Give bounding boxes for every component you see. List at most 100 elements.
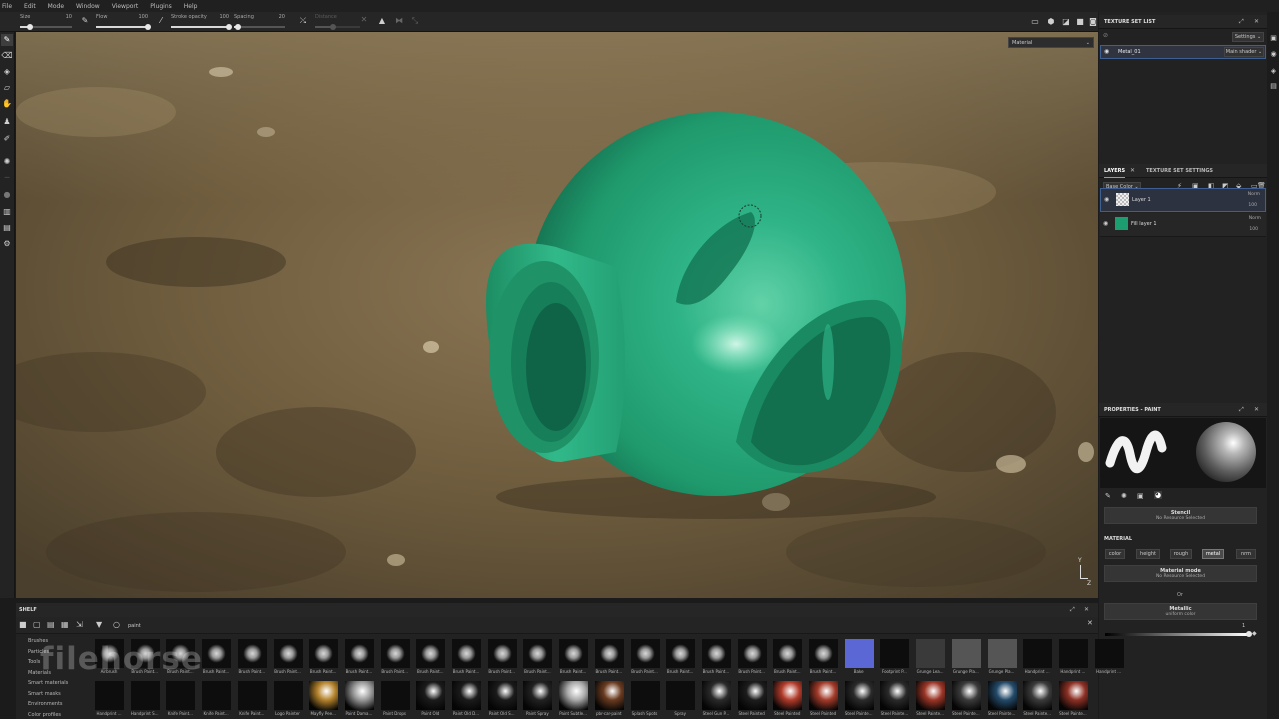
shelf-item[interactable]: Splash Spots [630, 681, 660, 716]
chip-height[interactable]: height [1136, 549, 1160, 559]
metallic-slot[interactable]: Metallic uniform color [1104, 603, 1257, 620]
menu-help[interactable]: Help [184, 3, 198, 10]
texture-set-settings-button[interactable]: Settings ⌄ [1232, 32, 1264, 42]
shelf-item[interactable]: Paint Old S... [487, 681, 517, 716]
chip-color[interactable]: color [1105, 549, 1125, 559]
symmetry-icon[interactable]: ▲ [376, 15, 388, 27]
shelf-item[interactable]: Brush Paint... [630, 639, 660, 674]
histogram-icon[interactable]: ▥ [1, 206, 13, 218]
brush-tab-icon[interactable]: ✎ [1105, 492, 1111, 500]
flow-slider-handle[interactable] [145, 24, 151, 30]
view-3d-icon[interactable]: ⬢ [1045, 16, 1057, 28]
color-picker-icon[interactable]: ✐ [1, 133, 13, 145]
shelf-item[interactable]: Paint Subtle... [558, 681, 589, 716]
projection-icon[interactable]: ◈ [1, 66, 13, 78]
eye-icon[interactable]: ◉ [1104, 48, 1109, 55]
screenshot-icon[interactable]: ◙ [1087, 16, 1099, 28]
shelf-item[interactable]: Brush Paint... [701, 639, 731, 674]
folder-icon[interactable]: ■ [19, 620, 27, 629]
material-mode-slot[interactable]: Material mode No Resource Selected [1104, 565, 1257, 582]
viewport-3d[interactable]: Material ⌄ Y Z [16, 32, 1098, 598]
spacing-slider[interactable]: Spacing 20 [234, 13, 285, 31]
size-slider[interactable]: Size 10 [20, 13, 72, 31]
chip-rough[interactable]: rough [1170, 549, 1192, 559]
shader-dropdown[interactable]: Main shader ⌄ [1224, 47, 1264, 57]
mirror-icon[interactable]: ⧓ [393, 15, 405, 27]
tab-texture-set-settings[interactable]: TEXTURE SET SETTINGS [1146, 164, 1213, 178]
shelf-item[interactable]: Bake [844, 639, 874, 674]
shader-dock-icon[interactable]: ◈ [1269, 67, 1278, 76]
shelf-item[interactable]: Steel Painte... [1058, 681, 1088, 716]
flow-pressure-icon[interactable]: ⁄ [155, 15, 167, 27]
shelf-item[interactable]: Steel Painte... [951, 681, 981, 716]
shelf-item[interactable]: Paint Old [415, 681, 446, 716]
shelf-item[interactable]: Handprint ... [94, 681, 124, 716]
grid-view-icon[interactable]: ▦ [61, 620, 69, 629]
texture-set-row[interactable]: ◉ Metal_01 Main shader ⌄ [1100, 45, 1266, 59]
close-panel-icon[interactable]: ✕ [1254, 15, 1259, 29]
shelf-item[interactable]: Steel Gun P... [701, 681, 731, 716]
display-dock-icon[interactable]: ◉ [1269, 50, 1278, 59]
menu-plugins[interactable]: Plugins [150, 3, 172, 10]
shelf-item[interactable]: Brush Paint... [380, 639, 410, 674]
stroke-opacity-value[interactable]: 100 [219, 14, 229, 20]
maximize-icon[interactable]: ⤢ [1239, 403, 1244, 417]
flow-value[interactable]: 100 [138, 14, 148, 20]
shelf-item[interactable]: Grunge Lea... [915, 639, 946, 674]
shelf-item[interactable]: Grunge Pla... [987, 639, 1017, 674]
import-icon[interactable]: ▤ [47, 620, 55, 629]
shelf-item[interactable]: Paint Drops [380, 681, 410, 716]
shelf-category-item[interactable]: Environments [28, 701, 63, 707]
close-panel-icon[interactable]: ✕ [1254, 403, 1259, 417]
shelf-item[interactable]: Brush Paint... [522, 639, 553, 674]
stencil-tab-icon[interactable]: ▣ [1137, 492, 1144, 500]
material-tab-icon[interactable]: ◕ [1154, 491, 1163, 499]
shelf-item[interactable]: Brush Paint... [772, 639, 803, 674]
layer-opacity[interactable]: 100 [1248, 203, 1257, 208]
stroke-opacity-slider-handle[interactable] [226, 24, 232, 30]
shelf-item[interactable]: Brush Paint... [273, 639, 303, 674]
viewport-mode-dropdown[interactable]: Material ⌄ [1008, 37, 1094, 48]
shelf-item[interactable]: Paint Old D... [451, 681, 481, 716]
shelf-item[interactable]: Brush Paint... [737, 639, 767, 674]
shelf-item[interactable]: pbr-car-paint [594, 681, 624, 716]
link-icon[interactable]: ⊘ [1103, 32, 1108, 39]
shelf-category-item[interactable]: Smart materials [28, 680, 68, 686]
shelf-item[interactable]: Steel Painte... [915, 681, 946, 716]
shelf-item[interactable]: Knife Paint... [201, 681, 232, 716]
shelf-category-item[interactable]: Color profiles [28, 712, 61, 718]
spacing-slider-handle[interactable] [235, 24, 242, 30]
layer-blend-mode[interactable]: Norm [1248, 192, 1260, 197]
shelf-item[interactable]: Brush Paint... [594, 639, 624, 674]
layer-item[interactable]: ◉ Fill layer 1 Norm 100 [1100, 213, 1266, 237]
shelf-item[interactable]: Steel Painted [808, 681, 838, 716]
shelf-item[interactable]: Brush Paint... [558, 639, 589, 674]
shelf-item[interactable]: Knife Paint... [237, 681, 267, 716]
transform-icon[interactable]: ⤡ [409, 15, 421, 27]
chip-nrm[interactable]: nrm [1236, 549, 1256, 559]
texture-set-dock-icon[interactable]: ▣ [1269, 34, 1278, 43]
smudge-icon[interactable]: ✋ [1, 98, 13, 110]
chip-metal[interactable]: metal [1202, 549, 1224, 559]
eraser-icon[interactable]: ⌫ [1, 50, 13, 62]
history-dock-icon[interactable]: ▤ [1269, 82, 1278, 91]
menu-viewport[interactable]: Viewport [112, 3, 139, 10]
shelf-item[interactable]: Handprint S... [130, 681, 160, 716]
layer-stack-icon[interactable]: ▤ [1, 222, 13, 234]
maximize-icon[interactable]: ⤢ [1070, 603, 1075, 617]
shelf-item[interactable]: Brush Paint... [344, 639, 374, 674]
dot-icon[interactable]: ● [1, 189, 13, 201]
shelf-item[interactable]: Steel Painte... [987, 681, 1017, 716]
pen-pressure-icon[interactable]: ✎ [79, 15, 91, 27]
menu-file[interactable]: File [2, 3, 12, 10]
stencil-slot[interactable]: Stencil No Resource Selected [1104, 507, 1257, 524]
close-panel-icon[interactable]: ✕ [1084, 603, 1089, 617]
eye-icon[interactable]: ◉ [1103, 220, 1108, 227]
shelf-item[interactable]: Handprint ... [1094, 639, 1124, 674]
shelf-item[interactable]: Spray [665, 681, 696, 716]
metallic-slider[interactable] [1105, 631, 1252, 637]
shelf-item[interactable]: Brush Paint... [451, 639, 481, 674]
clone-icon[interactable]: ♟ [1, 116, 13, 128]
shelf-item[interactable]: Brush Paint... [665, 639, 696, 674]
camera-icon[interactable]: ■ [1074, 16, 1086, 28]
